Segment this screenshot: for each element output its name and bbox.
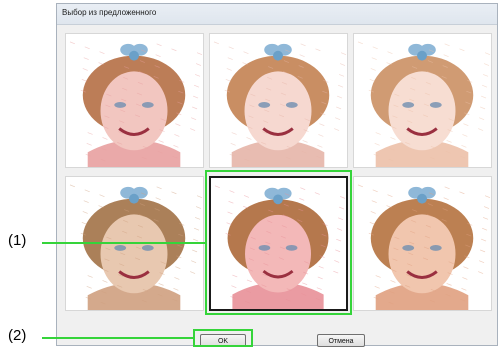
portrait-image xyxy=(210,34,347,167)
cancel-button[interactable]: Отмена xyxy=(317,334,365,347)
portrait-image xyxy=(66,34,203,167)
left-eye xyxy=(258,101,271,108)
thumbnail-option-3[interactable] xyxy=(353,33,492,168)
ok-button-highlight xyxy=(193,329,253,347)
left-eye xyxy=(402,244,415,251)
face-shape xyxy=(100,71,168,151)
bow-knot xyxy=(417,193,427,204)
face-shape xyxy=(244,71,312,151)
left-eye xyxy=(402,101,415,108)
left-eye xyxy=(114,101,127,108)
dialog-title: Выбор из предложенного xyxy=(62,8,157,17)
face-shape xyxy=(388,214,456,294)
face-shape xyxy=(100,214,168,294)
portrait-image xyxy=(354,177,491,310)
right-eye xyxy=(141,101,154,108)
selected-thumbnail-highlight xyxy=(205,170,352,315)
callout-label-2: (2) xyxy=(8,327,27,344)
title-bar: Выбор из предложенного xyxy=(57,4,497,25)
callout-label-1: (1) xyxy=(8,232,27,249)
thumbnail-option-6[interactable] xyxy=(353,176,492,311)
bow-knot xyxy=(417,50,427,61)
callout-line-1 xyxy=(42,242,206,244)
thumbnail-option-2[interactable] xyxy=(209,33,348,168)
right-eye xyxy=(285,101,298,108)
callout-line-2 xyxy=(42,337,194,339)
thumbnail-option-1[interactable] xyxy=(65,33,204,168)
right-eye xyxy=(429,101,442,108)
left-eye xyxy=(114,244,127,251)
right-eye xyxy=(141,244,154,251)
portrait-image xyxy=(354,34,491,167)
bow-knot xyxy=(129,50,139,61)
face-shape xyxy=(388,71,456,151)
bow-knot xyxy=(273,50,283,61)
bow-knot xyxy=(129,193,139,204)
right-eye xyxy=(429,244,442,251)
